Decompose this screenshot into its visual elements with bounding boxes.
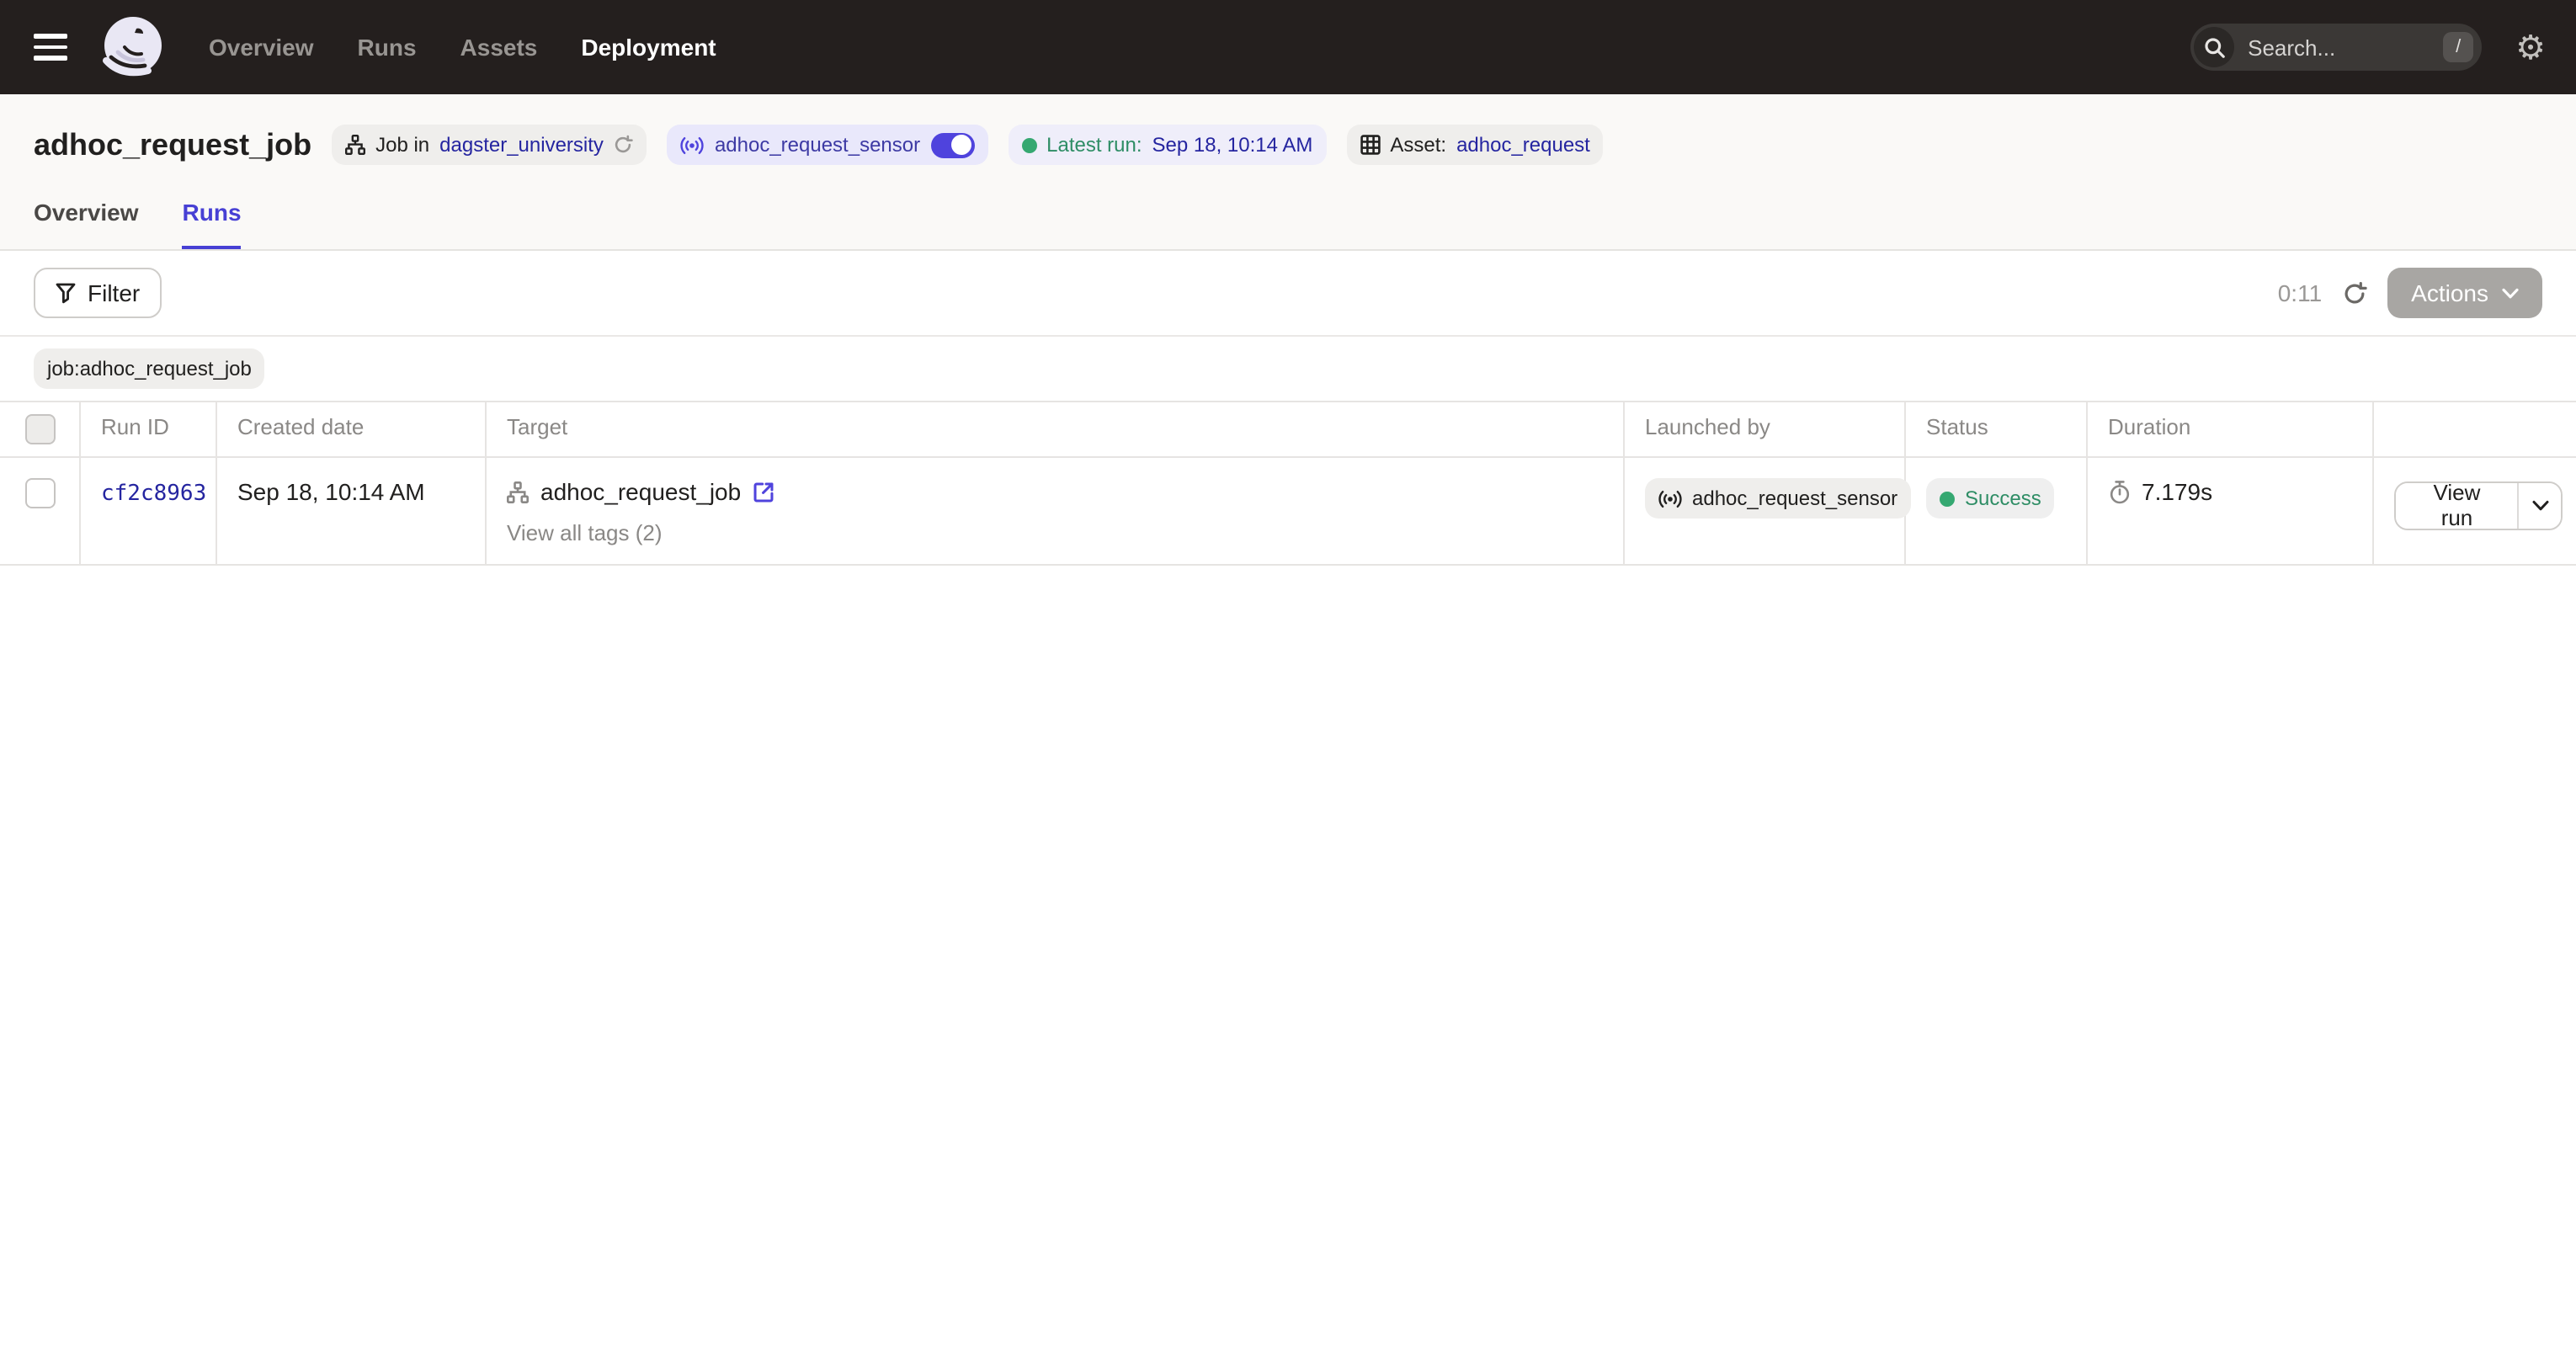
sensor-icon	[681, 136, 705, 154]
row-actions-cell: View run	[2374, 458, 2576, 564]
column-header-run-id: Run ID	[81, 402, 217, 456]
runs-toolbar: Filter 0:11 Actions	[0, 251, 2576, 337]
filter-button[interactable]: Filter	[34, 268, 162, 318]
table-row: cf2c8963 Sep 18, 10:14 AM adhoc_request_…	[0, 458, 2576, 566]
reload-location-icon[interactable]	[614, 135, 634, 155]
hamburger-menu-icon[interactable]	[27, 24, 74, 71]
asset-link[interactable]: adhoc_request	[1456, 133, 1590, 157]
view-run-button[interactable]: View run	[2396, 482, 2518, 528]
target-cell: adhoc_request_job View all tags (2)	[487, 458, 1625, 564]
actions-button-label: Actions	[2411, 279, 2488, 306]
duration-value: 7.179s	[2142, 478, 2212, 505]
column-header-created-date: Created date	[217, 402, 487, 456]
column-header-duration: Duration	[2088, 402, 2374, 456]
page-tabs: Overview Runs	[34, 199, 2542, 249]
sensor-chip[interactable]: adhoc_request_sensor	[668, 125, 987, 165]
table-header-row: Run ID Created date Target Launched by S…	[0, 402, 2576, 458]
duration-cell: 7.179s	[2088, 458, 2374, 564]
column-header-launched-by: Launched by	[1625, 402, 1906, 456]
job-graph-icon	[345, 135, 365, 155]
job-location-prefix: Job in	[375, 133, 429, 157]
latest-run-status-dot	[1021, 137, 1036, 152]
view-run-split-button: View run	[2394, 481, 2563, 529]
external-link-icon[interactable]	[753, 481, 774, 503]
launched-by-sensor-chip[interactable]: adhoc_request_sensor	[1645, 478, 1911, 519]
dagster-logo-icon[interactable]	[98, 12, 168, 82]
top-nav-bar: Overview Runs Assets Deployment / ⚙	[0, 0, 2576, 94]
search-shortcut-badge: /	[2443, 32, 2473, 62]
actions-button[interactable]: Actions	[2387, 268, 2542, 318]
search-icon	[2194, 27, 2234, 67]
page-title: adhoc_request_job	[34, 127, 311, 162]
view-all-tags-button[interactable]: View all tags (2)	[507, 520, 1610, 545]
launched-by-sensor-name: adhoc_request_sensor	[1692, 487, 1897, 510]
settings-gear-icon[interactable]: ⚙	[2512, 27, 2549, 67]
tab-overview[interactable]: Overview	[34, 199, 139, 249]
target-job-name[interactable]: adhoc_request_job	[540, 478, 741, 505]
nav-item-overview[interactable]: Overview	[209, 34, 314, 61]
latest-run-chip[interactable]: Latest run: Sep 18, 10:14 AM	[1008, 125, 1326, 165]
sensor-icon	[1658, 489, 1682, 508]
code-location-link[interactable]: dagster_university	[439, 133, 604, 157]
job-graph-icon	[507, 481, 529, 503]
filter-tag-job[interactable]: job:adhoc_request_job	[34, 348, 265, 389]
runs-table: Run ID Created date Target Launched by S…	[0, 402, 2576, 566]
nav-item-runs[interactable]: Runs	[358, 34, 417, 61]
search-input-container[interactable]: /	[2190, 24, 2482, 71]
latest-run-link[interactable]: Sep 18, 10:14 AM	[1152, 133, 1313, 157]
sensor-toggle[interactable]	[930, 132, 974, 157]
row-checkbox-cell	[0, 458, 81, 564]
nav-item-assets[interactable]: Assets	[460, 34, 538, 61]
column-header-status: Status	[1906, 402, 2088, 456]
filter-button-label: Filter	[88, 279, 140, 306]
status-success-dot	[1940, 491, 1955, 506]
sensor-name-link[interactable]: adhoc_request_sensor	[715, 133, 920, 157]
refresh-icon[interactable]	[2339, 277, 2371, 309]
asset-prefix: Asset:	[1390, 133, 1446, 157]
nav-item-deployment[interactable]: Deployment	[581, 34, 716, 61]
row-checkbox[interactable]	[24, 478, 55, 508]
column-header-actions	[2374, 402, 2576, 456]
asset-chip[interactable]: Asset: adhoc_request	[1346, 125, 1604, 165]
tab-runs[interactable]: Runs	[183, 199, 242, 249]
search-input[interactable]	[2244, 33, 2433, 61]
dagster-app: Overview Runs Assets Deployment / ⚙ adho…	[0, 0, 2576, 1367]
view-run-caret-icon[interactable]	[2518, 482, 2561, 528]
chevron-down-icon	[2502, 287, 2519, 299]
status-badge[interactable]: Success	[1926, 478, 2055, 519]
refresh-countdown: 0:11	[2278, 279, 2322, 306]
job-location-chip[interactable]: Job in dagster_university	[332, 125, 647, 165]
applied-filters-row: job:adhoc_request_job	[0, 337, 2576, 402]
asset-grid-icon	[1360, 135, 1380, 155]
filter-funnel-icon	[56, 282, 76, 304]
primary-nav: Overview Runs Assets Deployment	[209, 34, 716, 61]
status-label: Success	[1965, 487, 2041, 510]
run-id-cell: cf2c8963	[81, 458, 217, 564]
select-all-checkbox[interactable]	[24, 414, 55, 444]
stopwatch-icon	[2108, 480, 2132, 505]
select-all-checkbox-cell	[0, 402, 81, 456]
launched-by-cell: adhoc_request_sensor	[1625, 458, 1906, 564]
created-date-cell: Sep 18, 10:14 AM	[217, 458, 487, 564]
column-header-target: Target	[487, 402, 1625, 456]
page-header: adhoc_request_job Job in dagster_univers…	[0, 94, 2576, 251]
latest-run-prefix: Latest run:	[1046, 133, 1142, 157]
status-cell: Success	[1906, 458, 2088, 564]
run-id-link[interactable]: cf2c8963	[101, 481, 206, 507]
